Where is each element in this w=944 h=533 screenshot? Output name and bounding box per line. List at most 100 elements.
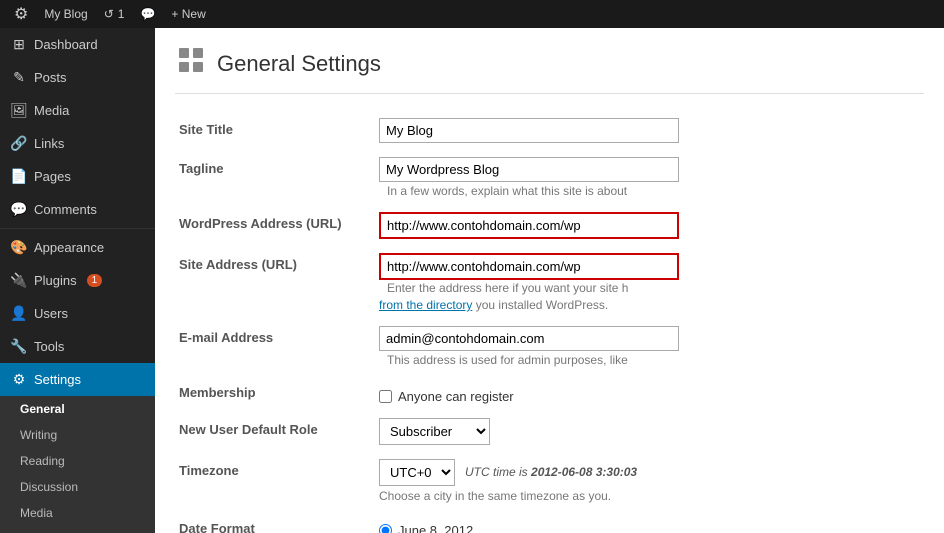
- email-row: E-mail Address This address is used for …: [175, 320, 924, 375]
- reading-label: Reading: [20, 454, 65, 468]
- users-icon: 👤: [10, 305, 28, 322]
- sidebar-item-comments[interactable]: 💬 Comments: [0, 193, 155, 226]
- my-blog-label: My Blog: [44, 7, 87, 21]
- wp-address-input[interactable]: [379, 212, 679, 239]
- date-format-label-0: June 8, 2012: [398, 523, 473, 533]
- sidebar-item-dashboard[interactable]: ⊞ Dashboard: [0, 28, 155, 61]
- pages-icon: 📄: [10, 168, 28, 185]
- sidebar-item-discussion[interactable]: Discussion: [0, 474, 155, 500]
- membership-label: Membership: [175, 375, 375, 412]
- settings-submenu: General Writing Reading Discussion Media…: [0, 396, 155, 533]
- wp-logo-button[interactable]: ⚙: [6, 0, 36, 28]
- comments-button[interactable]: ↺ 1: [96, 0, 133, 28]
- timezone-select-row: UTC+0 UTC+1 UTC-1 UTC time is 2012-06-08…: [379, 459, 920, 486]
- sidebar-label-settings: Settings: [34, 372, 81, 387]
- email-desc: This address is used for admin purposes,…: [387, 353, 628, 367]
- sidebar-sep-1: [0, 228, 155, 229]
- sidebar-item-posts[interactable]: ✎ Posts: [0, 61, 155, 94]
- site-address-row: Site Address (URL) Enter the address her…: [175, 247, 924, 321]
- wp-icon: ⚙: [14, 4, 28, 24]
- sidebar-item-plugins[interactable]: 🔌 Plugins 1: [0, 264, 155, 297]
- date-format-radio-group: June 8, 2012 2012/06/08 06/08/2012: [379, 517, 920, 533]
- site-title-field-cell: [375, 112, 924, 151]
- settings-icon: ⚙: [10, 371, 28, 388]
- timezone-utc-label: UTC time is 2012-06-08 3:30:03: [465, 465, 637, 479]
- sidebar-item-privacy[interactable]: Privacy: [0, 526, 155, 533]
- tagline-row: Tagline In a few words, explain what thi…: [175, 151, 924, 206]
- comment-icon: ↺: [104, 7, 114, 21]
- sidebar-label-posts: Posts: [34, 70, 67, 85]
- content-area: General Settings Site Title Tagline In a…: [155, 28, 944, 533]
- bubble-icon: 💬: [140, 7, 155, 21]
- timezone-select-wrapper: UTC+0 UTC+1 UTC-1: [379, 459, 455, 486]
- sidebar-label-tools: Tools: [34, 339, 64, 354]
- page-header: General Settings: [175, 44, 924, 94]
- dashboard-icon: ⊞: [10, 36, 28, 53]
- sidebar-item-media-sub[interactable]: Media: [0, 500, 155, 526]
- sidebar-item-general[interactable]: General: [0, 396, 155, 422]
- my-blog-button[interactable]: My Blog: [36, 0, 95, 28]
- date-format-row: Date Format June 8, 2012 2012/06/08: [175, 511, 924, 533]
- site-title-label: Site Title: [175, 112, 375, 151]
- new-user-role-select[interactable]: Subscriber Contributor Author Editor Adm…: [380, 419, 489, 444]
- plugins-icon: 🔌: [10, 272, 28, 289]
- sidebar-item-pages[interactable]: 📄 Pages: [0, 160, 155, 193]
- email-field-cell: This address is used for admin purposes,…: [375, 320, 924, 375]
- site-address-link-block: from the directory you installed WordPre…: [379, 298, 920, 312]
- sidebar-item-writing[interactable]: Writing: [0, 422, 155, 448]
- date-format-radio-row-0: June 8, 2012: [379, 523, 920, 533]
- sidebar-item-users[interactable]: 👤 Users: [0, 297, 155, 330]
- tagline-desc: In a few words, explain what this site i…: [387, 184, 627, 198]
- main-layout: ⊞ Dashboard ✎ Posts 🖼 Media 🔗 Links 📄 Pa…: [0, 28, 944, 533]
- links-icon: 🔗: [10, 135, 28, 152]
- tools-icon: 🔧: [10, 338, 28, 355]
- sidebar-label-users: Users: [34, 306, 68, 321]
- sidebar-label-dashboard: Dashboard: [34, 37, 98, 52]
- wp-address-label: WordPress Address (URL): [175, 206, 375, 247]
- sidebar-item-appearance[interactable]: 🎨 Appearance: [0, 231, 155, 264]
- new-user-role-label: New User Default Role: [175, 412, 375, 453]
- timezone-select[interactable]: UTC+0 UTC+1 UTC-1: [380, 460, 454, 485]
- sidebar-label-links: Links: [34, 136, 64, 151]
- email-input[interactable]: [379, 326, 679, 351]
- tagline-input[interactable]: [379, 157, 679, 182]
- date-format-label: Date Format: [175, 511, 375, 533]
- sidebar-label-media: Media: [34, 103, 69, 118]
- comments-icon: 💬: [10, 201, 28, 218]
- writing-label: Writing: [20, 428, 57, 442]
- new-label: + New: [171, 7, 205, 21]
- membership-checkbox-label: Anyone can register: [398, 389, 514, 404]
- site-address-label: Site Address (URL): [175, 247, 375, 321]
- date-format-radio-0[interactable]: [379, 524, 392, 533]
- membership-row: Membership Anyone can register: [175, 375, 924, 412]
- sidebar-label-pages: Pages: [34, 169, 71, 184]
- sidebar-item-settings[interactable]: ⚙ Settings: [0, 363, 155, 396]
- date-format-field-cell: June 8, 2012 2012/06/08 06/08/2012: [375, 511, 924, 533]
- site-address-link[interactable]: from the directory: [379, 298, 472, 312]
- sidebar-item-media[interactable]: 🖼 Media: [0, 94, 155, 127]
- discussion-label: Discussion: [20, 480, 78, 494]
- membership-field-cell: Anyone can register: [375, 375, 924, 412]
- page-header-icon: [175, 44, 207, 83]
- sidebar-item-reading[interactable]: Reading: [0, 448, 155, 474]
- site-address-desc: Enter the address here if you want your …: [387, 281, 628, 295]
- bubble-icon-button[interactable]: 💬: [132, 0, 163, 28]
- membership-checkbox[interactable]: [379, 390, 392, 403]
- new-button[interactable]: + New: [163, 0, 213, 28]
- posts-icon: ✎: [10, 69, 28, 86]
- sidebar: ⊞ Dashboard ✎ Posts 🖼 Media 🔗 Links 📄 Pa…: [0, 28, 155, 533]
- site-address-input[interactable]: [379, 253, 679, 280]
- sidebar-label-comments: Comments: [34, 202, 97, 217]
- media-icon: 🖼: [10, 102, 28, 119]
- site-title-input[interactable]: [379, 118, 679, 143]
- site-title-row: Site Title: [175, 112, 924, 151]
- membership-checkbox-row: Anyone can register: [379, 381, 920, 404]
- wp-address-field-cell: [375, 206, 924, 247]
- sidebar-item-links[interactable]: 🔗 Links: [0, 127, 155, 160]
- sidebar-item-tools[interactable]: 🔧 Tools: [0, 330, 155, 363]
- utc-label-text: UTC time is: [465, 465, 528, 479]
- timezone-label: Timezone: [175, 453, 375, 511]
- utc-time-value: 2012-06-08 3:30:03: [531, 465, 637, 479]
- timezone-row: Timezone UTC+0 UTC+1 UTC-1 UTC time is: [175, 453, 924, 511]
- new-user-role-select-wrapper: Subscriber Contributor Author Editor Adm…: [379, 418, 490, 445]
